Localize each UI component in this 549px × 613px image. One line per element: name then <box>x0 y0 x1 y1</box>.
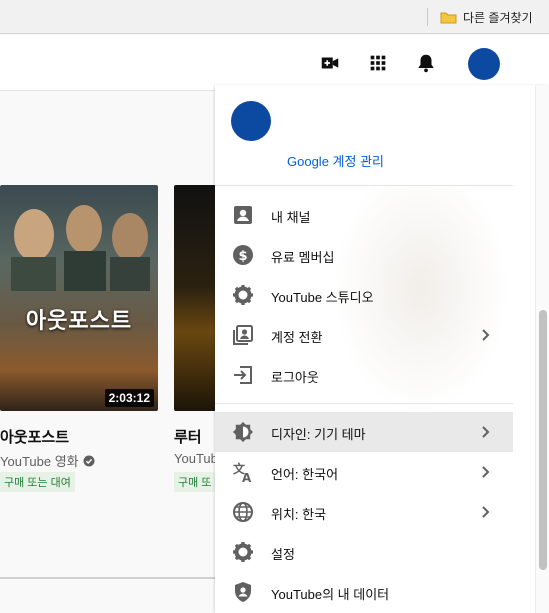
folder-icon <box>440 12 457 23</box>
video-duration: 2:03:12 <box>104 389 154 407</box>
chevron-right-icon <box>482 329 490 341</box>
bookmark-divider <box>427 8 428 26</box>
menu-item-label: 계정 전환 <box>271 330 323 345</box>
studio-gear-icon <box>233 285 253 305</box>
translate-icon: 文 A <box>233 461 252 484</box>
manage-google-account-link[interactable]: Google 계정 관리 <box>287 151 384 170</box>
movie-poster-figures <box>11 205 150 291</box>
apps-grid-icon[interactable] <box>367 52 389 74</box>
settings-gear-icon <box>233 542 253 562</box>
channel-name: YouTub <box>174 451 218 466</box>
menu-item-label: 유료 멤버십 <box>271 250 335 265</box>
menu-item-my-channel[interactable]: 내 채널 <box>215 195 513 235</box>
svg-text:A: A <box>242 471 252 484</box>
video-channel[interactable]: YouTub <box>174 451 218 466</box>
account-menu: Google 계정 관리 내 채널 $ 유료 멤버십 YouTube 스튜디오 <box>215 85 549 613</box>
person-icon <box>234 206 252 224</box>
account-menu-header: Google 계정 관리 <box>215 85 549 185</box>
theme-icon <box>233 422 253 442</box>
menu-item-appearance[interactable]: 디자인: 기기 테마 <box>215 412 513 452</box>
video-title[interactable]: 아웃포스트 <box>0 426 69 447</box>
purchase-badge: 구매 또 <box>174 472 216 492</box>
account-avatar-button[interactable] <box>468 48 500 80</box>
account-avatar <box>231 101 271 141</box>
menu-item-settings[interactable]: 설정 <box>215 532 513 572</box>
video-thumbnail[interactable]: 아웃포스트 2:03:12 <box>0 185 158 411</box>
chevron-right-icon <box>482 506 490 518</box>
menu-item-label: 디자인: 기기 테마 <box>271 427 366 442</box>
menu-item-label: YouTube의 내 데이터 <box>271 587 390 602</box>
menu-separator <box>215 403 513 404</box>
shelf-divider <box>0 577 215 579</box>
chevron-right-icon <box>482 466 490 478</box>
browser-bookmark-bar: 다른 즐겨찾기 <box>0 0 549 34</box>
menu-item-language[interactable]: 文 A 언어: 한국어 <box>215 452 513 492</box>
globe-icon <box>233 502 253 522</box>
scrollbar-thumb[interactable] <box>539 310 547 570</box>
menu-item-label: 내 채널 <box>271 210 311 225</box>
bookmark-folder-label: 다른 즐겨찾기 <box>463 10 533 25</box>
menu-item-your-data[interactable]: YouTube의 내 데이터 <box>215 572 513 612</box>
menu-item-sign-out[interactable]: 로그아웃 <box>215 355 513 395</box>
sign-out-icon <box>234 366 252 384</box>
menu-item-label: 설정 <box>271 547 295 562</box>
video-create-icon[interactable] <box>319 52 341 74</box>
channel-name: YouTube 영화 <box>0 454 79 469</box>
menu-item-location[interactable]: 위치: 한국 <box>215 492 513 532</box>
your-data-shield-icon <box>235 582 251 602</box>
page-scrollbar[interactable] <box>535 85 549 613</box>
paid-membership-icon: $ <box>233 245 253 265</box>
chevron-right-icon <box>482 426 490 438</box>
menu-separator <box>215 185 513 186</box>
video-channel[interactable]: YouTube 영화 <box>0 451 95 470</box>
purchase-badge: 구매 또는 대여 <box>0 472 75 492</box>
youtube-topbar <box>0 35 549 91</box>
verified-check-icon <box>83 455 95 466</box>
menu-item-label: 위치: 한국 <box>271 507 327 522</box>
menu-item-paid-memberships[interactable]: $ 유료 멤버십 <box>215 235 513 275</box>
video-thumbnail[interactable] <box>174 185 216 411</box>
notifications-bell-icon[interactable] <box>415 52 437 74</box>
switch-account-icon <box>233 325 253 345</box>
thumbnail-title-text: 아웃포스트 <box>25 308 133 333</box>
menu-item-label: YouTube 스튜디오 <box>271 290 374 305</box>
svg-text:$: $ <box>238 249 247 264</box>
bookmark-folder-other[interactable]: 다른 즐겨찾기 <box>440 7 533 27</box>
menu-item-youtube-studio[interactable]: YouTube 스튜디오 <box>215 275 513 315</box>
video-title[interactable]: 루터 <box>174 426 202 447</box>
menu-item-switch-account[interactable]: 계정 전환 <box>215 315 513 355</box>
menu-item-label: 언어: 한국어 <box>271 467 339 482</box>
menu-item-label: 로그아웃 <box>271 370 319 385</box>
